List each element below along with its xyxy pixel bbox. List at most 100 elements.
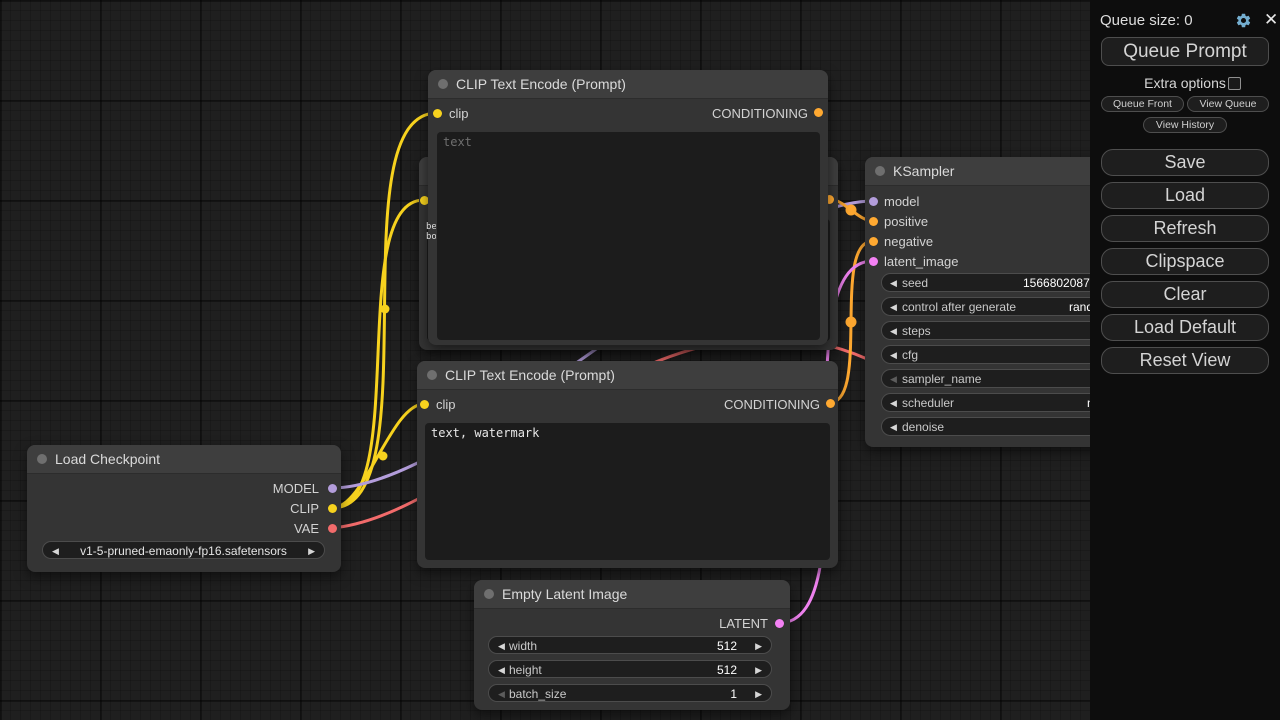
width-value: 512 [717, 639, 737, 653]
collapse-dot-icon[interactable] [484, 589, 494, 599]
wire-clip-to-mid-prompt [332, 404, 424, 508]
model-output-label: MODEL [273, 481, 319, 496]
clip-text-encode-negative-node[interactable]: CLIP Text Encode (Prompt) clip CONDITION… [417, 361, 838, 568]
node-header[interactable]: CLIP Text Encode (Prompt) [428, 70, 828, 99]
increment-icon[interactable]: ▶ [755, 641, 762, 651]
link-midpoint-dot [846, 317, 857, 328]
sampler-name-label: sampler_name [902, 372, 981, 386]
decrement-icon[interactable]: ◀ [890, 422, 897, 432]
batch-size-widget[interactable]: ◀ batch_size 1 ▶ [488, 684, 772, 702]
node-title: CLIP Text Encode (Prompt) [456, 76, 626, 92]
positive-input-label: positive [884, 214, 928, 229]
batch-size-value: 1 [730, 687, 737, 701]
node-header[interactable]: CLIP Text Encode (Prompt) [417, 361, 838, 390]
textarea-text: text, watermark [431, 426, 539, 440]
extra-options-checkbox[interactable] [1228, 77, 1241, 90]
vae-output-label: VAE [294, 521, 319, 536]
height-label: height [509, 663, 542, 677]
link-midpoint-dot [379, 452, 388, 461]
latent-output-slot[interactable] [775, 619, 784, 628]
collapse-dot-icon[interactable] [427, 370, 437, 380]
positive-input-slot[interactable] [869, 217, 878, 226]
height-value: 512 [717, 663, 737, 677]
conditioning-output-slot[interactable] [814, 108, 823, 117]
width-label: width [509, 639, 537, 653]
occluded-prompt-text-peek: bebo [426, 222, 436, 244]
vae-output-slot[interactable] [328, 524, 337, 533]
refresh-button[interactable]: Refresh [1101, 215, 1269, 242]
collapse-dot-icon[interactable] [37, 454, 47, 464]
conditioning-output-label: CONDITIONING [724, 397, 820, 412]
node-title: KSampler [893, 163, 954, 179]
view-history-button[interactable]: View History [1143, 117, 1227, 133]
batch-size-label: batch_size [509, 687, 566, 701]
decrement-icon[interactable]: ◀ [890, 302, 897, 312]
clip-input-label: clip [449, 106, 469, 121]
clip-input-slot[interactable] [433, 109, 442, 118]
node-title: Empty Latent Image [502, 586, 627, 602]
decrement-icon[interactable]: ◀ [498, 689, 505, 699]
node-header[interactable]: Load Checkpoint [27, 445, 341, 474]
textarea-placeholder: text [443, 135, 472, 149]
decrement-icon[interactable]: ◀ [890, 374, 897, 384]
settings-gear-icon[interactable] [1235, 12, 1252, 29]
clip-output-slot[interactable] [328, 504, 337, 513]
clear-button[interactable]: Clear [1101, 281, 1269, 308]
negative-input-label: negative [884, 234, 933, 249]
decrement-icon[interactable]: ◀ [890, 326, 897, 336]
collapse-dot-icon[interactable] [438, 79, 448, 89]
node-title: Load Checkpoint [55, 451, 160, 467]
latent-image-input-label: latent_image [884, 254, 958, 269]
decrement-icon[interactable]: ◀ [890, 398, 897, 408]
clip-text-encode-top-node[interactable]: CLIP Text Encode (Prompt) clip CONDITION… [428, 70, 828, 345]
seed-value: 1566802087 [1023, 276, 1090, 290]
close-icon[interactable]: ✕ [1264, 10, 1278, 30]
decrement-icon[interactable]: ◀ [890, 278, 897, 288]
ckpt-name-combo[interactable]: ◀ v1-5-pruned-emaonly-fp16.safetensors ▶ [42, 541, 325, 559]
load-checkpoint-node[interactable]: Load Checkpoint MODEL CLIP VAE ◀ v1-5-pr… [27, 445, 341, 572]
clip-input-slot[interactable] [420, 400, 429, 409]
wire-clip-to-hidden-prompt [332, 200, 424, 508]
prompt-textarea[interactable]: text [437, 132, 820, 340]
queue-front-button[interactable]: Queue Front [1101, 96, 1184, 112]
decrement-icon[interactable]: ◀ [890, 350, 897, 360]
model-output-slot[interactable] [328, 484, 337, 493]
decrement-icon[interactable]: ◀ [498, 641, 505, 651]
height-widget[interactable]: ◀ height 512 ▶ [488, 660, 772, 678]
clip-input-label: clip [436, 397, 456, 412]
denoise-label: denoise [902, 420, 944, 434]
latent-image-input-slot[interactable] [869, 257, 878, 266]
save-button[interactable]: Save [1101, 149, 1269, 176]
scheduler-label: scheduler [902, 396, 954, 410]
model-input-slot[interactable] [869, 197, 878, 206]
link-midpoint-dot [381, 305, 390, 314]
conditioning-output-slot[interactable] [826, 399, 835, 408]
link-midpoint-dot [846, 205, 857, 216]
negative-input-slot[interactable] [869, 237, 878, 246]
reset-view-button[interactable]: Reset View [1101, 347, 1269, 374]
decrement-icon[interactable]: ◀ [498, 665, 505, 675]
prompt-textarea[interactable]: text, watermark [425, 423, 830, 560]
clipspace-button[interactable]: Clipspace [1101, 248, 1269, 275]
increment-icon[interactable]: ▶ [755, 689, 762, 699]
conditioning-output-label: CONDITIONING [712, 106, 808, 121]
ckpt-name-value: v1-5-pruned-emaonly-fp16.safetensors [43, 544, 324, 558]
node-title: CLIP Text Encode (Prompt) [445, 367, 615, 383]
increment-icon[interactable]: ▶ [755, 665, 762, 675]
extra-options-label: Extra options [1090, 75, 1280, 91]
model-input-label: model [884, 194, 919, 209]
node-header[interactable]: Empty Latent Image [474, 580, 790, 609]
seed-label: seed [902, 276, 928, 290]
queue-size-label: Queue size: 0 [1100, 12, 1193, 29]
queue-prompt-button[interactable]: Queue Prompt [1101, 37, 1269, 66]
load-button[interactable]: Load [1101, 182, 1269, 209]
load-default-button[interactable]: Load Default [1101, 314, 1269, 341]
width-widget[interactable]: ◀ width 512 ▶ [488, 636, 772, 654]
empty-latent-image-node[interactable]: Empty Latent Image LATENT ◀ width 512 ▶ … [474, 580, 790, 710]
collapse-dot-icon[interactable] [875, 166, 885, 176]
view-queue-button[interactable]: View Queue [1187, 96, 1269, 112]
app-window: bebo CLIP Text Encode (Prompt) clip COND… [0, 0, 1280, 720]
clip-output-label: CLIP [290, 501, 319, 516]
combo-next-icon[interactable]: ▶ [308, 546, 315, 556]
menu-panel: Queue size: 0 ✕ Queue Prompt Extra optio… [1090, 0, 1280, 720]
